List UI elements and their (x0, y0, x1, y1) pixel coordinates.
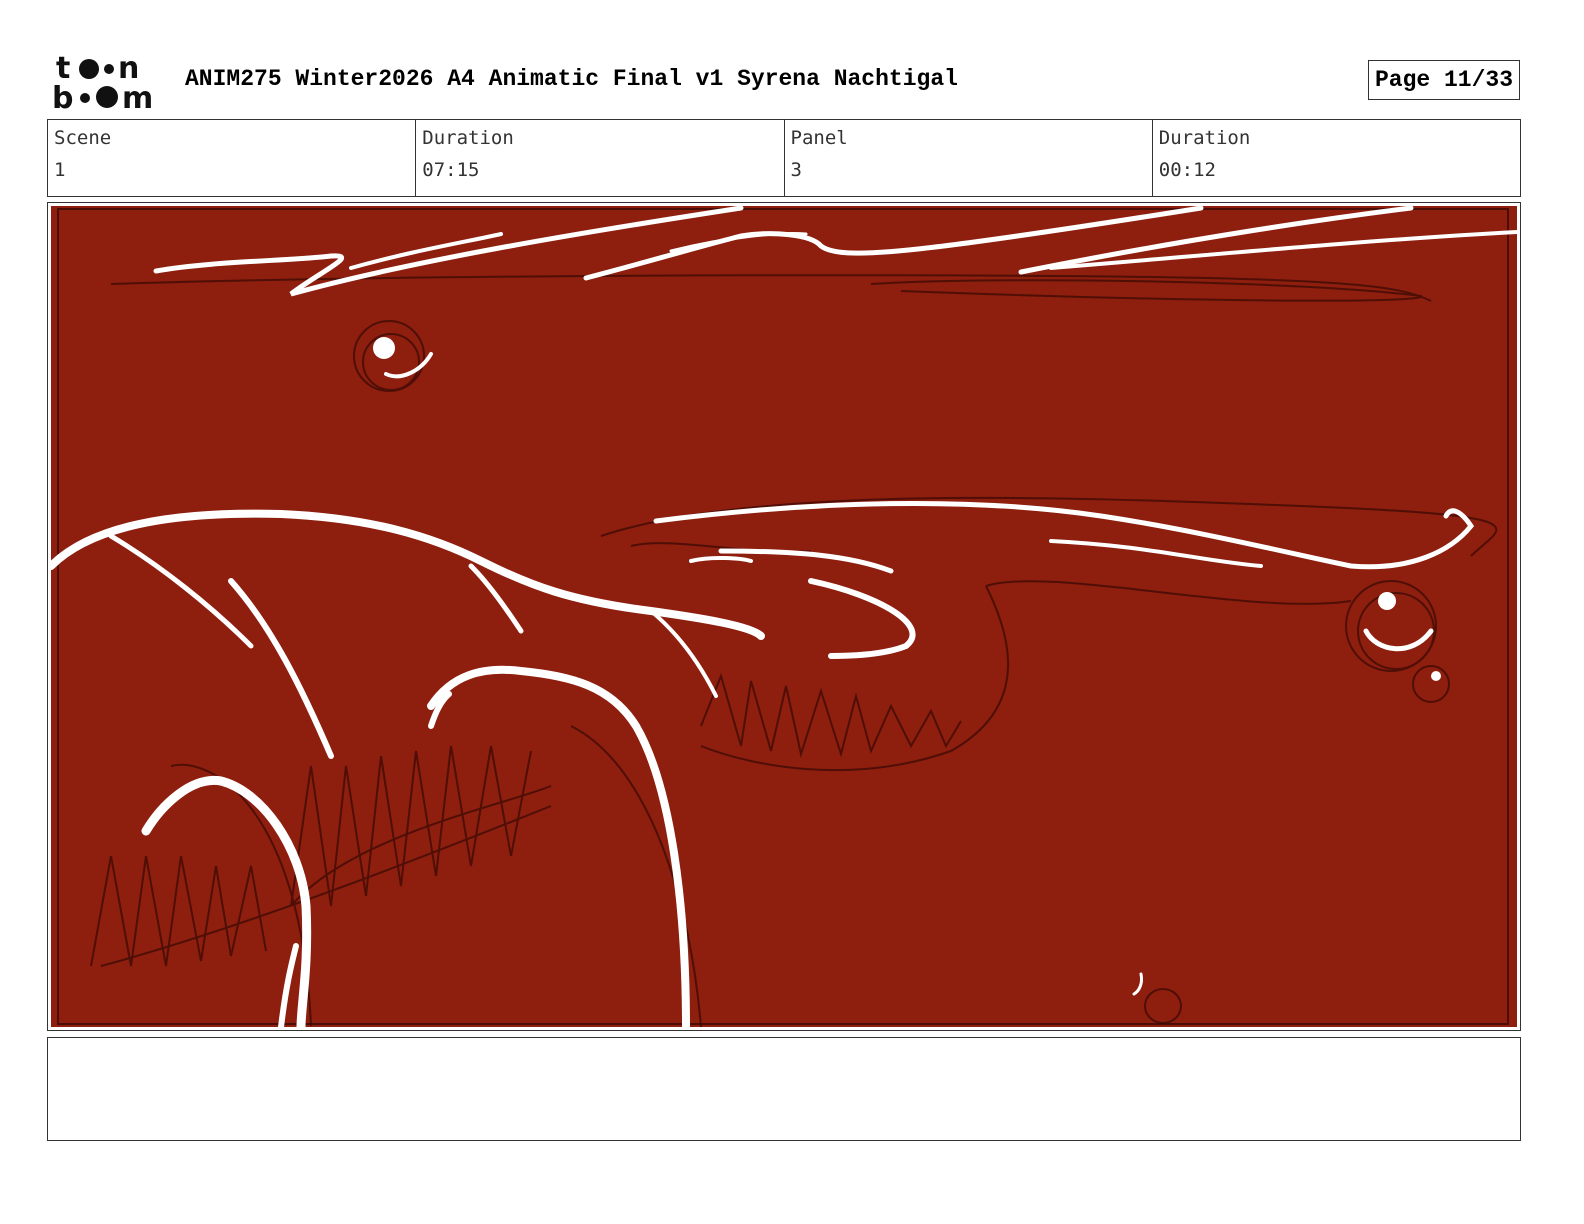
page-indicator: Page 11/33 (1368, 60, 1520, 100)
toon-boom-logo: t n b m (52, 51, 164, 116)
panel-cell: Panel 3 (785, 120, 1153, 196)
panel-label: Panel (790, 127, 848, 149)
panel-value: 3 (790, 159, 802, 181)
scene-duration-cell: Duration 07:15 (416, 120, 785, 196)
svg-text:m: m (122, 81, 153, 110)
scene-label: Scene (54, 127, 112, 149)
scene-value: 1 (54, 159, 66, 181)
panel-duration-label: Duration (1158, 127, 1251, 149)
scene-cell: Scene 1 (48, 120, 417, 196)
panel-info-table: Scene 1 Duration 07:15 Panel 3 Duration … (47, 119, 1521, 197)
panel-duration-value: 00:12 (1158, 159, 1216, 181)
project-title: ANIM275 Winter2026 A4 Animatic Final v1 … (185, 66, 958, 92)
storyboard-panel-image (47, 205, 1519, 1032)
scene-duration-value: 07:15 (422, 159, 480, 181)
svg-text:b: b (52, 81, 73, 110)
panel-duration-cell: Duration 00:12 (1153, 120, 1520, 196)
panel-background (51, 206, 1517, 1027)
panel-notes-box (47, 1037, 1521, 1141)
scene-duration-label: Duration (422, 127, 514, 149)
